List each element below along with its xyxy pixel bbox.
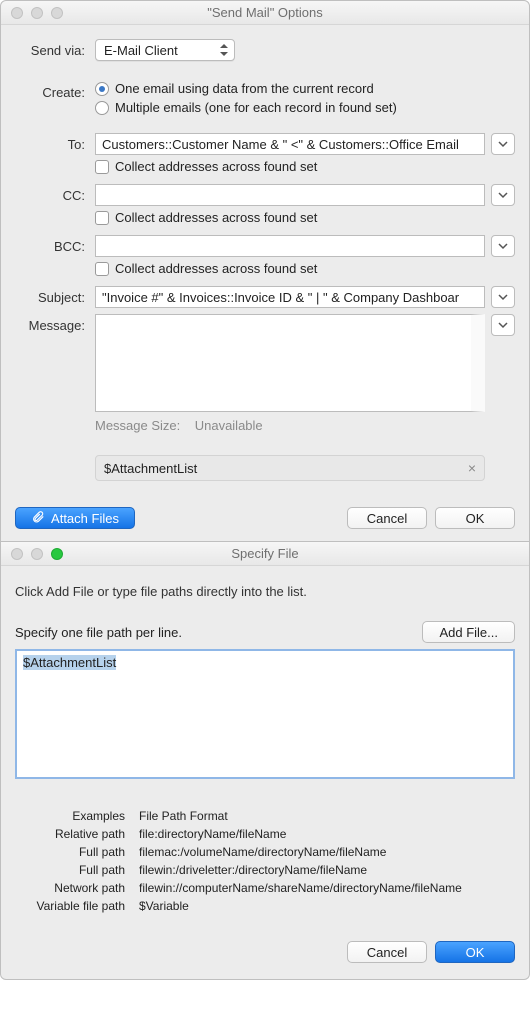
radio-one-label: One email using data from the current re… [115,81,374,96]
message-label: Message: [15,314,95,333]
ok-button-2[interactable]: OK [435,941,515,963]
to-collect-label: Collect addresses across found set [115,159,317,174]
radio-multiple-label: Multiple emails (one for each record in … [115,100,397,115]
chevron-down-icon [498,320,508,330]
cc-collect-label: Collect addresses across found set [115,210,317,225]
radio-one-email[interactable] [95,82,109,96]
chevron-down-icon [498,241,508,251]
add-file-button[interactable]: Add File... [422,621,515,643]
sendvia-select[interactable]: E-Mail Client [95,39,235,61]
chevron-down-icon [498,190,508,200]
examples-table: Examples File Path Format Relative pathf… [15,807,515,915]
specify-label: Specify one file path per line. [15,625,182,640]
ok-button[interactable]: OK [435,507,515,529]
subject-input[interactable] [95,286,485,308]
attachment-token: $AttachmentList × [95,455,485,481]
window-title: "Send Mail" Options [1,5,529,20]
chevron-down-icon [498,139,508,149]
remove-attachment-icon[interactable]: × [468,460,476,476]
to-input[interactable] [95,133,485,155]
subject-label: Subject: [15,286,95,305]
file-paths-textarea[interactable]: $AttachmentList [15,649,515,779]
subject-menu-button[interactable] [491,286,515,308]
cancel-button[interactable]: Cancel [347,507,427,529]
titlebar-specifyfile: Specify File [1,542,529,566]
sendvia-label: Send via: [15,39,95,58]
message-menu-button[interactable] [491,314,515,336]
ex-header-1: Examples [15,807,125,825]
chevron-down-icon [498,292,508,302]
ex-header-2: File Path Format [139,807,228,825]
bcc-input[interactable] [95,235,485,257]
bcc-label: BCC: [15,235,95,254]
attach-files-button[interactable]: Attach Files [15,507,135,529]
cc-menu-button[interactable] [491,184,515,206]
to-label: To: [15,133,95,152]
sendvia-value: E-Mail Client [104,43,178,58]
to-menu-button[interactable] [491,133,515,155]
create-label: Create: [15,81,95,100]
bcc-collect-checkbox[interactable] [95,262,109,276]
path-entry: $AttachmentList [23,655,116,670]
radio-multiple-emails[interactable] [95,101,109,115]
bcc-collect-label: Collect addresses across found set [115,261,317,276]
attach-files-label: Attach Files [51,511,119,526]
cc-collect-checkbox[interactable] [95,211,109,225]
help-text: Click Add File or type file paths direct… [15,584,515,599]
message-size-value: Unavailable [195,418,263,433]
to-collect-checkbox[interactable] [95,160,109,174]
cancel-button-2[interactable]: Cancel [347,941,427,963]
attachment-name: $AttachmentList [104,461,197,476]
message-size-label: Message Size: [95,418,180,433]
cc-label: CC: [15,184,95,203]
paperclip-icon [31,510,45,527]
message-textarea[interactable] [95,314,485,412]
titlebar-sendmail: "Send Mail" Options [1,1,529,25]
cc-input[interactable] [95,184,485,206]
bcc-menu-button[interactable] [491,235,515,257]
window2-title: Specify File [1,546,529,561]
